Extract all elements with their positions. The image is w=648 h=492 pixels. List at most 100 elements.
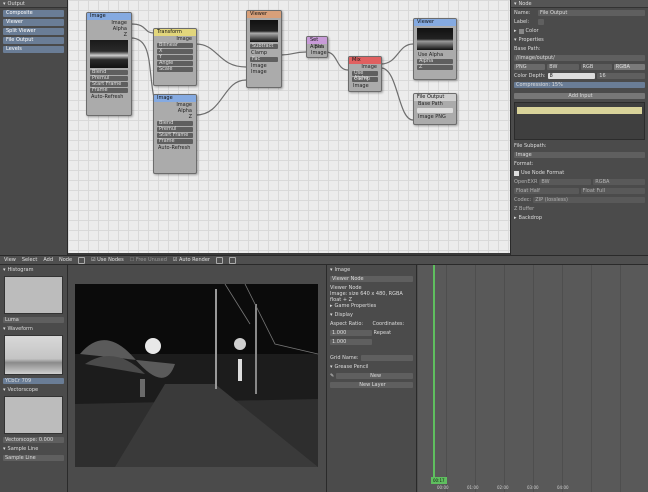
socket-image: Image [176, 36, 192, 42]
current-frame-indicator[interactable] [433, 265, 435, 482]
node-mix-field[interactable]: Clamp [352, 77, 378, 82]
inputs-list-item[interactable] [517, 107, 642, 114]
node-viewer-field[interactable]: Subtract [250, 44, 278, 49]
node-viewer2-field[interactable]: Use Alpha [414, 52, 456, 58]
node-image2-field[interactable]: Frame [157, 139, 193, 144]
vectorscope-header[interactable]: ▾ Vectorscope [3, 386, 64, 394]
use-node-format-checkbox[interactable]: Use Node Format [514, 169, 645, 177]
node-transform[interactable]: Transform Image Bilinear X Y Angle Scale [153, 28, 197, 86]
node-viewer-field[interactable]: Fac [250, 57, 278, 62]
timeline-tick: 00:00 [437, 485, 449, 490]
color-checkbox[interactable] [518, 28, 524, 34]
new-layer-button[interactable]: New Layer [330, 382, 413, 388]
link-viewer-setalpha [280, 51, 307, 56]
add-input-button[interactable]: Add Input [514, 93, 645, 99]
node-image-autorefresh[interactable]: Auto-Refresh [87, 94, 131, 100]
node-transform-field[interactable]: Bilinear [157, 43, 193, 48]
aspect-x-field[interactable]: 1.000 [330, 330, 372, 336]
output-item-levels[interactable]: Levels [3, 46, 64, 53]
free-unused-toggle[interactable]: ☐ Free Unused [130, 257, 167, 263]
menu-add[interactable]: Add [43, 257, 53, 263]
image-selector[interactable]: Viewer Node [330, 276, 413, 282]
node-viewer-preview [250, 20, 278, 42]
node-image-thumbnail [90, 40, 128, 68]
node-image2-autorefresh[interactable]: Auto-Refresh [154, 145, 196, 151]
waveform-scope [4, 335, 63, 375]
new-button[interactable]: New [336, 373, 413, 379]
current-frame-label: 00:17 [431, 477, 447, 484]
node-file-output[interactable]: File Output Base Path Image PNG [413, 93, 457, 125]
histogram-header[interactable]: ▾ Histogram [3, 266, 64, 274]
node-transform-field[interactable]: X [157, 49, 193, 54]
repeat-checkbox[interactable]: Repeat [374, 330, 414, 336]
sample-line-button[interactable]: Sample Line [3, 455, 64, 461]
output-panel-header[interactable]: ▾ Output [0, 0, 67, 8]
timeline-tick: 04:00 [557, 485, 569, 490]
output-item-split-viewer[interactable]: Split Viewer [3, 28, 64, 35]
vectorscope-value[interactable]: Vectorscope: 0.000 [3, 437, 64, 443]
zbuffer-checkbox[interactable]: Z Buffer [514, 206, 534, 212]
node-viewer[interactable]: Viewer Subtract Clamp Fac Image Image [246, 10, 282, 88]
image-viewer[interactable] [68, 265, 326, 492]
node-image-title: Image [87, 13, 131, 20]
node-image-2[interactable]: Image Image Alpha Z Blend Premul Start F… [153, 94, 197, 174]
aspect-y-field[interactable]: 1.000 [330, 339, 372, 345]
sample-line-header[interactable]: ▾ Sample Line [3, 445, 64, 453]
properties-row[interactable]: ▾ Properties [514, 36, 645, 44]
timeline[interactable] [416, 265, 648, 492]
editor-type-icon[interactable] [78, 256, 86, 264]
waveform-mode[interactable]: YCbCr 709 [3, 378, 64, 384]
output-item-composite[interactable]: Composite [3, 10, 64, 17]
node-viewer-field[interactable]: Clamp [247, 50, 281, 56]
grid-name-field[interactable] [360, 355, 413, 361]
triangle-down-icon: ▾ [3, 387, 6, 393]
inputs-list[interactable] [514, 102, 645, 140]
format-row[interactable]: PNG BW RGB RGBA [514, 63, 645, 71]
use-nodes-toggle[interactable]: ☑ Use Nodes [91, 257, 124, 263]
base-path-field[interactable]: //image/output/ [514, 55, 645, 61]
link-image-image2 [130, 37, 155, 99]
node-set-alpha[interactable]: Set Alpha Set Image [306, 36, 328, 58]
menu-view[interactable]: View [4, 257, 16, 263]
node-mix[interactable]: Mix Image Use Alpha Clamp Image [348, 56, 382, 92]
node-viewer2-field[interactable]: Alpha [417, 59, 453, 64]
node-transform-title: Transform [154, 29, 196, 36]
node-viewer2-title: Viewer [414, 19, 456, 26]
socket-image: Image [311, 50, 327, 56]
node-fileout-path[interactable] [417, 108, 453, 113]
color-row[interactable]: ▸ Color [514, 27, 645, 35]
node-editor[interactable]: Image Image Alpha Z Blend Premul Start F… [68, 0, 510, 253]
node-image[interactable]: Image Image Alpha Z Blend Premul Start F… [86, 12, 132, 116]
output-item-file-output[interactable]: File Output [3, 37, 64, 44]
histogram-mode[interactable]: Luma [3, 317, 64, 323]
node-section-header[interactable]: ▾ Node [511, 0, 648, 8]
node-viewer-2[interactable]: Viewer Use Alpha Alpha Z [413, 18, 457, 80]
triangle-down-icon: ▾ [3, 267, 6, 273]
game-properties-header[interactable]: ▸ Game Properties [330, 302, 413, 310]
display-header[interactable]: ▾ Display [330, 311, 413, 319]
node-image-field[interactable]: Frame [90, 88, 128, 93]
backdrop-icon[interactable] [215, 256, 223, 264]
auto-render-toggle[interactable]: ☑ Auto Render [173, 257, 210, 263]
menu-select[interactable]: Select [22, 257, 37, 263]
image-header[interactable]: ▾ Image [330, 266, 413, 274]
menu-node[interactable]: Node [59, 257, 72, 263]
node-transform-field[interactable]: Scale [157, 67, 193, 72]
node-image2-title: Image [154, 95, 196, 102]
file-subpath-field[interactable]: Image [514, 152, 645, 158]
grease-pencil-header[interactable]: ▾ Grease Pencil [330, 363, 413, 371]
compression-slider[interactable]: Compression: 15% [514, 82, 645, 88]
node-viewer2-field[interactable]: Z [417, 65, 453, 70]
triangle-down-icon: ▾ [3, 446, 6, 452]
link-transform-viewer [195, 43, 247, 68]
triangle-down-icon: ▾ [330, 364, 333, 370]
waveform-header[interactable]: ▾ Waveform [3, 325, 64, 333]
name-field[interactable]: File Output [538, 10, 645, 16]
output-item-viewer[interactable]: Viewer [3, 19, 64, 26]
link-setalpha-mix [325, 51, 349, 71]
checkbox-icon [514, 170, 519, 176]
backdrop-row[interactable]: ▸ Backdrop [514, 214, 645, 222]
label-field[interactable] [538, 19, 544, 25]
snap-icon[interactable] [228, 256, 236, 264]
link-image2-viewer [195, 79, 247, 116]
